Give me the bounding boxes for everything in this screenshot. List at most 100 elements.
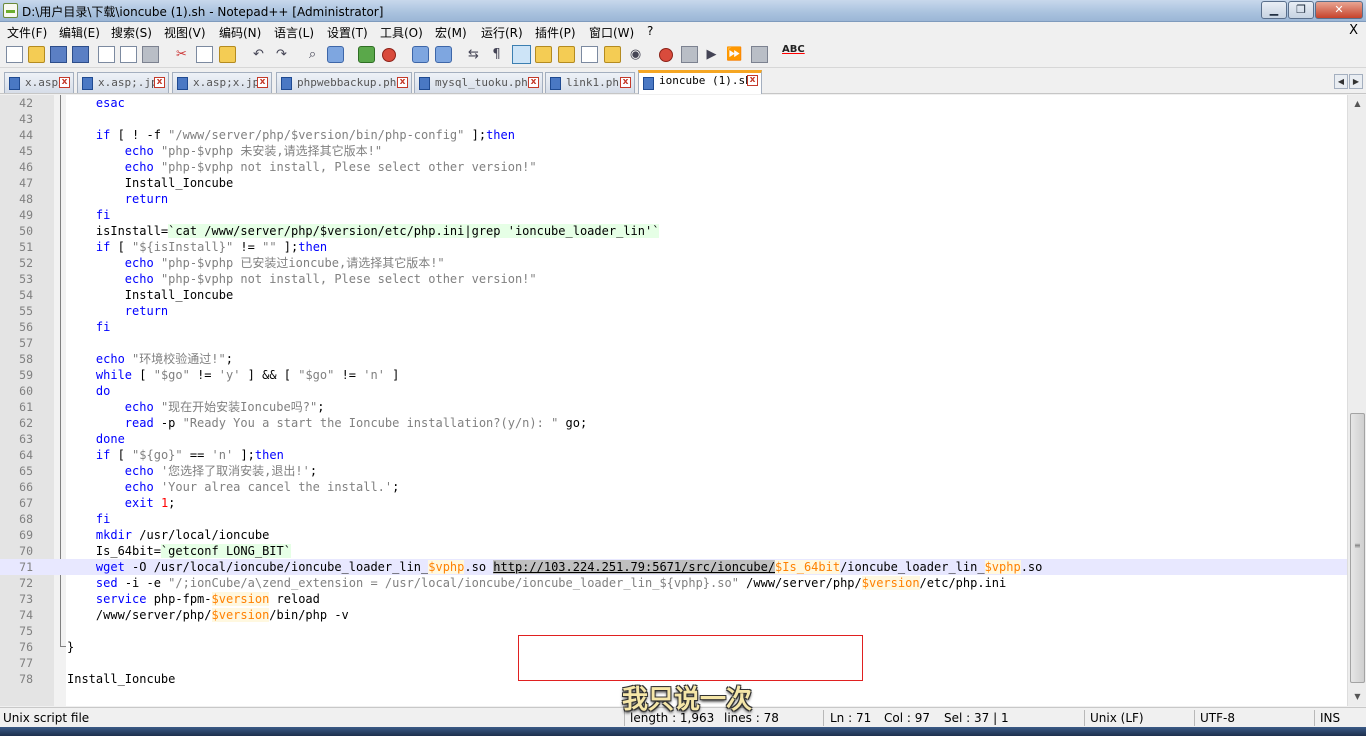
line-text[interactable]: fi [67,319,110,335]
monitor-icon[interactable]: ◉ [627,46,644,63]
menu-window[interactable]: 窗口(W) [589,24,634,41]
save-macro-icon[interactable] [751,46,768,63]
word-wrap-icon[interactable]: ⇆ [465,46,482,63]
code-line[interactable]: 70 Is_64bit=`getconf LONG_BIT` [0,543,1347,559]
play-macro-icon[interactable]: ▶ [703,46,720,63]
doc-map-icon[interactable] [535,46,552,63]
menu-run[interactable]: 运行(R) [481,24,523,41]
save-all-icon[interactable] [72,46,89,63]
menu-file[interactable]: 文件(F) [7,24,47,41]
find-icon[interactable]: ⌕ [304,46,321,63]
line-text[interactable]: sed -i -e "/;ionCube/a\zend_extension = … [67,575,1006,591]
code-line[interactable]: 58 echo "环境校验通过!"; [0,351,1347,367]
cut-icon[interactable]: ✂ [173,46,190,63]
line-text[interactable]: fi [67,511,110,527]
line-text[interactable]: } [67,639,74,655]
sync-h-icon[interactable] [435,46,452,63]
menu-settings[interactable]: 设置(T) [327,24,368,41]
print-icon[interactable] [142,46,159,63]
document-close-button[interactable]: X [1349,23,1358,38]
open-folder-icon[interactable] [28,46,45,63]
code-line[interactable]: 62 read -p "Ready You a start the Ioncub… [0,415,1347,431]
replace-icon[interactable] [327,46,344,63]
record-macro-icon[interactable] [659,48,673,62]
code-line[interactable]: 45 echo "php-$vphp 未安装,请选择其它版本!" [0,143,1347,159]
line-text[interactable]: echo "现在开始安装Ioncube吗?"; [67,399,325,415]
code-line[interactable]: 68 fi [0,511,1347,527]
line-text[interactable]: echo "php-$vphp 已安装过ioncube,请选择其它版本!" [67,255,445,271]
code-line[interactable]: 64 if [ "${go}" == 'n' ];then [0,447,1347,463]
stop-macro-icon[interactable] [681,46,698,63]
menu-language[interactable]: 语言(L) [274,24,314,41]
project-folder-icon[interactable] [604,46,621,63]
show-all-chars-icon[interactable]: ¶ [488,46,505,63]
code-line[interactable]: 48 return [0,191,1347,207]
tab-scroll-right-icon[interactable]: ▶ [1349,74,1363,89]
code-line[interactable]: 43 [0,111,1347,127]
tab-close-icon[interactable]: x [257,77,268,88]
tab-close-icon[interactable]: x [620,77,631,88]
scroll-up-icon[interactable]: ▲ [1350,96,1365,111]
tab-close-icon[interactable]: x [154,77,165,88]
scroll-down-icon[interactable]: ▼ [1350,689,1365,704]
line-text[interactable]: mkdir /usr/local/ioncube [67,527,269,543]
spell-check-icon[interactable]: ABC [782,44,805,55]
line-text[interactable]: if [ "${go}" == 'n' ];then [67,447,284,463]
code-line[interactable]: 73 service php-fpm-$version reload [0,591,1347,607]
code-line[interactable]: 72 sed -i -e "/;ionCube/a\zend_extension… [0,575,1347,591]
tab-x-asp-jpg[interactable]: x.asp;.jpg x [77,72,169,93]
line-text[interactable]: Install_Ioncube [67,287,233,303]
menu-plugins[interactable]: 插件(P) [535,24,576,41]
tab-scroll-left-icon[interactable]: ◀ [1334,74,1348,89]
code-line[interactable]: 44 if [ ! -f "/www/server/php/$version/b… [0,127,1347,143]
code-editor[interactable]: 42 esac 43 44 if [ ! -f "/www/server/php/$… [0,95,1347,706]
code-line[interactable]: 67 exit 1; [0,495,1347,511]
tab-ioncube-sh[interactable]: ioncube (1).sh x [638,70,762,94]
line-text[interactable]: exit 1; [67,495,176,511]
tab-phpwebbackup[interactable]: phpwebbackup.php x [276,72,412,93]
menu-edit[interactable]: 编辑(E) [59,24,100,41]
code-line[interactable]: 61 echo "现在开始安装Ioncube吗?"; [0,399,1347,415]
line-text[interactable]: Is_64bit=`getconf LONG_BIT` [67,543,291,559]
menu-tools[interactable]: 工具(O) [380,24,423,41]
close-all-icon[interactable] [120,46,137,63]
line-text[interactable]: echo "环境校验通过!"; [67,351,233,367]
indent-guide-icon[interactable] [512,45,531,64]
line-text[interactable]: if [ "${isInstall}" != "" ];then [67,239,327,255]
code-line[interactable]: 71 wget -O /usr/local/ioncube/ioncube_lo… [0,559,1347,575]
menu-macro[interactable]: 宏(M) [435,24,467,41]
menu-encoding[interactable]: 编码(N) [219,24,261,41]
minimize-button[interactable]: ▁ [1261,1,1287,19]
tab-close-icon[interactable]: x [397,77,408,88]
scrollbar-thumb[interactable]: ≡ [1350,413,1365,683]
tab-close-icon[interactable]: x [59,77,70,88]
line-text[interactable]: /www/server/php/$version/bin/php -v [67,607,349,623]
code-line[interactable]: 65 echo '您选择了取消安装,退出!'; [0,463,1347,479]
line-text[interactable]: do [67,383,110,399]
line-text[interactable]: if [ ! -f "/www/server/php/$version/bin/… [67,127,515,143]
line-text[interactable]: Install_Ioncube [67,175,233,191]
code-line[interactable]: 74 /www/server/php/$version/bin/php -v [0,607,1347,623]
line-text[interactable]: return [67,303,168,319]
code-line[interactable]: 47 Install_Ioncube [0,175,1347,191]
code-line[interactable]: 54 Install_Ioncube [0,287,1347,303]
line-text[interactable]: echo "php-$vphp not install, Plese selec… [67,159,537,175]
undo-icon[interactable]: ↶ [250,46,267,63]
line-text[interactable]: echo "php-$vphp 未安装,请选择其它版本!" [67,143,382,159]
menu-help[interactable]: ? [647,24,653,38]
code-line[interactable]: 50 isInstall=`cat /www/server/php/$versi… [0,223,1347,239]
code-line[interactable]: 42 esac [0,95,1347,111]
line-text[interactable]: return [67,191,168,207]
close-icon[interactable] [98,46,115,63]
code-line[interactable]: 49 fi [0,207,1347,223]
tab-close-icon[interactable]: x [747,75,758,86]
maximize-button[interactable]: ❐ [1288,1,1314,19]
code-line[interactable]: 59 while [ "$go" != 'y' ] && [ "$go" != … [0,367,1347,383]
line-text[interactable]: done [67,431,125,447]
line-text[interactable]: wget -O /usr/local/ioncube/ioncube_loade… [67,559,1042,575]
menu-view[interactable]: 视图(V) [164,24,206,41]
line-text[interactable]: service php-fpm-$version reload [67,591,320,607]
vertical-scrollbar[interactable]: ▲ ≡ ▼ [1347,95,1366,706]
line-text[interactable]: read -p "Ready You a start the Ioncube i… [67,415,587,431]
line-text[interactable]: echo 'Your alrea cancel the install.'; [67,479,400,495]
